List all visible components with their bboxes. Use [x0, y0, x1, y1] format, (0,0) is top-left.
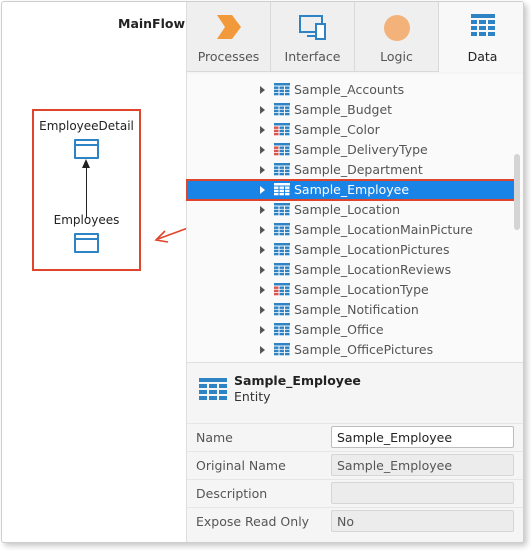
entity-icon: [274, 83, 290, 96]
entity-icon: [274, 323, 290, 336]
entity-icon: [274, 223, 290, 236]
expand-caret-icon[interactable]: [260, 266, 265, 274]
tab-logic[interactable]: Logic: [355, 2, 439, 72]
properties-panel: Sample_Employee Entity Name Sample_Emplo…: [187, 362, 523, 542]
name-field[interactable]: Sample_Employee: [331, 426, 514, 448]
tree-item[interactable]: Sample_LocationMainPicture: [187, 220, 515, 240]
tree-item[interactable]: Sample_LocationPictures: [187, 240, 515, 260]
entity-icon: [274, 243, 290, 256]
expand-caret-icon[interactable]: [260, 146, 265, 154]
entity-icon: [274, 303, 290, 316]
property-label: Original Name: [196, 458, 286, 473]
tree-item-label: Sample_Color: [294, 122, 380, 137]
tree-item[interactable]: Sample_OfficePictures: [187, 340, 515, 360]
entity-icon: [274, 203, 290, 216]
tab-processes[interactable]: Processes: [187, 2, 271, 72]
expand-caret-icon[interactable]: [260, 226, 265, 234]
static-entity-icon: [274, 143, 290, 156]
tree-item-label: Sample_LocationType: [294, 282, 429, 297]
flow-title: MainFlow: [118, 16, 186, 31]
entity-tree: Sample_Accounts Sample_Budget Sample_Color…: [186, 74, 523, 362]
expand-caret-icon[interactable]: [260, 126, 265, 134]
property-label: Name: [196, 430, 233, 445]
expose-read-only-field: No: [331, 510, 514, 532]
tree-item-label: Sample_Notification: [294, 302, 419, 317]
tree-item[interactable]: Sample_Notification: [187, 300, 515, 320]
property-row-original-name: Original Name Sample_Employee: [187, 451, 523, 479]
entity-icon: [274, 263, 290, 276]
interface-screens-icon: [298, 15, 326, 40]
data-grid-icon: [470, 14, 495, 36]
expand-caret-icon[interactable]: [260, 206, 265, 214]
tree-item[interactable]: Sample_Accounts: [187, 80, 515, 100]
property-label: Description: [196, 486, 268, 501]
expand-caret-icon[interactable]: [260, 306, 265, 314]
tree-item[interactable]: Sample_Budget: [187, 100, 515, 120]
expand-caret-icon[interactable]: [260, 326, 265, 334]
tree-scrollbar[interactable]: [514, 154, 520, 230]
static-entity-icon: [274, 123, 290, 136]
entity-icon: [199, 378, 227, 400]
properties-header: Sample_Employee Entity: [187, 363, 523, 413]
property-row-description: Description: [187, 479, 523, 507]
entity-icon: [274, 343, 290, 356]
properties-title: Sample_Employee: [234, 373, 361, 388]
tree-item[interactable]: Sample_LocationType: [187, 280, 515, 300]
entity-icon: [274, 163, 290, 176]
expand-caret-icon[interactable]: [260, 246, 265, 254]
expand-caret-icon[interactable]: [260, 346, 265, 354]
processes-chevron-icon: [216, 15, 241, 39]
tree-item-label: Sample_Employee: [294, 182, 410, 197]
tree-item[interactable]: Sample_LocationReviews: [187, 260, 515, 280]
entity-icon: [274, 183, 290, 196]
screen-icon[interactable]: [74, 139, 99, 159]
screen-icon[interactable]: [74, 233, 99, 253]
tab-label: Logic: [380, 49, 413, 64]
tree-item[interactable]: Sample_Office: [187, 320, 515, 340]
expand-caret-icon[interactable]: [260, 286, 265, 294]
tree-item-label: Sample_Accounts: [294, 82, 405, 97]
tab-label: Processes: [197, 49, 260, 64]
expand-caret-icon[interactable]: [260, 86, 265, 94]
description-field: [331, 482, 514, 504]
property-row-name: Name Sample_Employee: [187, 423, 523, 451]
tree-item-label: Sample_LocationReviews: [294, 262, 452, 277]
node-label-employees[interactable]: Employees: [34, 213, 139, 227]
tree-item[interactable]: Sample_Color: [187, 120, 515, 140]
logic-circle-icon: [383, 15, 410, 41]
tab-label: Interface: [284, 49, 341, 64]
tree-item-label: Sample_Office: [294, 322, 384, 337]
tree-item[interactable]: Sample_Location: [187, 200, 515, 220]
tree-item-label: Sample_Location: [294, 202, 400, 217]
elements-panel: Processes Interface Logic Data Sample_Ac…: [186, 2, 523, 542]
flow-highlight-box: EmployeeDetail Employees: [32, 109, 141, 271]
tree-item[interactable]: Sample_Department: [187, 160, 515, 180]
app-window: MainFlow EmployeeDetail Employees Proces…: [1, 1, 524, 543]
tree-item[interactable]: Sample_DeliveryType: [187, 140, 515, 160]
tree-item-label: Sample_LocationMainPicture: [294, 222, 473, 237]
entity-icon: [274, 103, 290, 116]
properties-subtitle: Entity: [234, 389, 271, 404]
expand-caret-icon[interactable]: [260, 166, 265, 174]
flow-arrow-line: [86, 167, 87, 218]
tree-item-label: Sample_LocationPictures: [294, 242, 450, 257]
tab-bar: Processes Interface Logic Data: [187, 2, 523, 72]
property-label: Expose Read Only: [196, 514, 310, 529]
tab-label: Data: [467, 49, 498, 64]
original-name-field: Sample_Employee: [331, 454, 514, 476]
static-entity-icon: [274, 283, 290, 296]
tree-item-label: Sample_DeliveryType: [294, 142, 428, 157]
tab-interface[interactable]: Interface: [271, 2, 355, 72]
tree-item[interactable]: Sample_Employee: [186, 179, 515, 201]
tree-item-label: Sample_Budget: [294, 102, 393, 117]
node-label-employeedetail[interactable]: EmployeeDetail: [34, 119, 139, 133]
expand-caret-icon[interactable]: [260, 106, 265, 114]
property-row-expose-read-only: Expose Read Only No: [187, 507, 523, 535]
expand-caret-icon[interactable]: [260, 186, 265, 194]
tab-data[interactable]: Data: [439, 2, 523, 72]
tree-item-label: Sample_Department: [294, 162, 423, 177]
tree-item-label: Sample_OfficePictures: [294, 342, 434, 357]
